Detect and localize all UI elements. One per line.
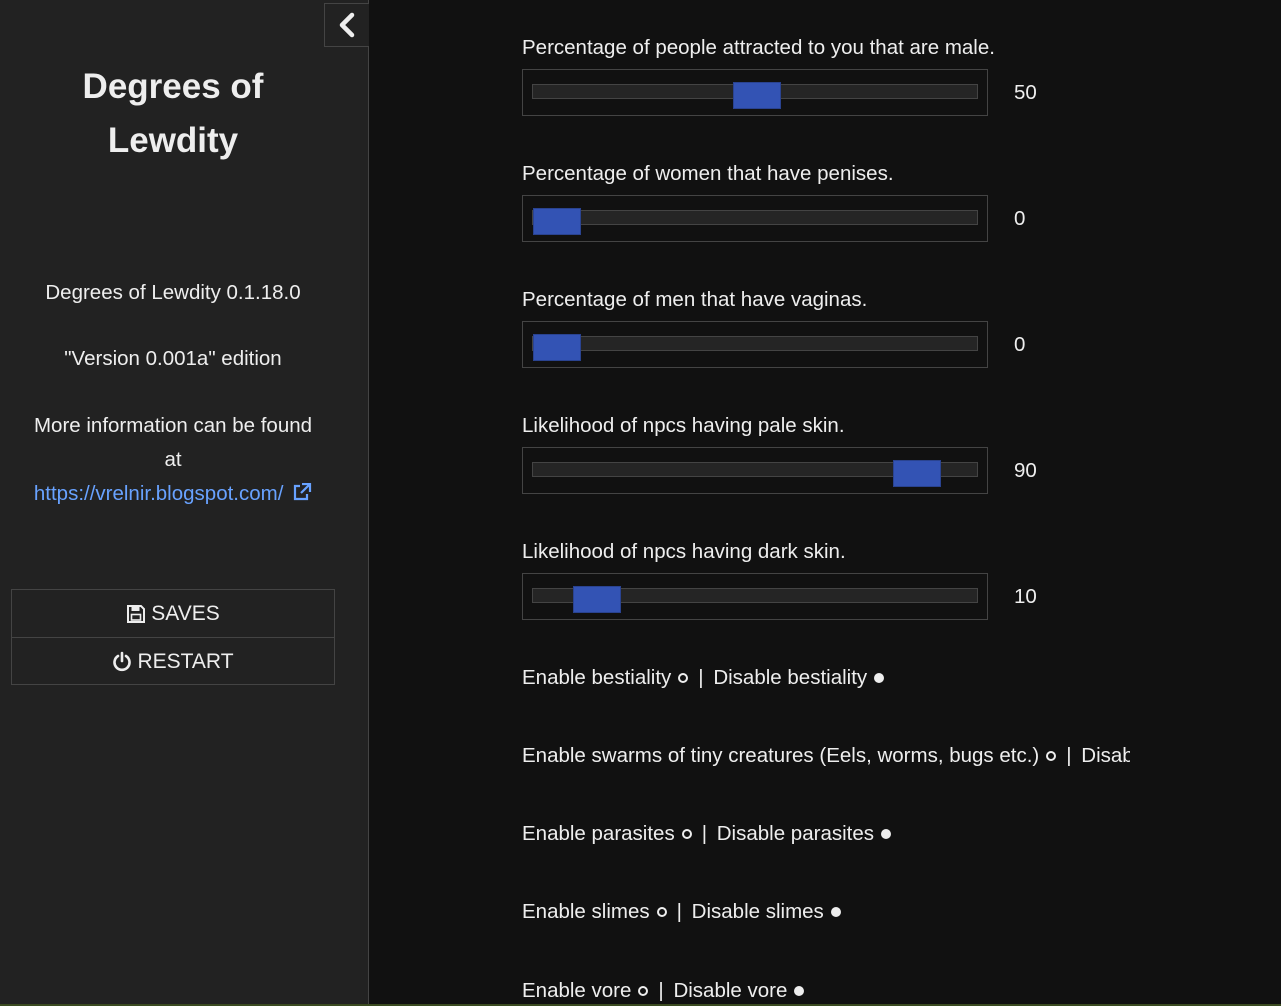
slider-box bbox=[522, 321, 988, 368]
slider-thumb[interactable] bbox=[573, 586, 621, 613]
disable-radio[interactable] bbox=[881, 829, 891, 840]
disable-label: Disable swarms bbox=[1081, 744, 1130, 767]
slider-value: 0 bbox=[1014, 207, 1026, 230]
enable-radio[interactable] bbox=[638, 986, 649, 997]
separator: | bbox=[676, 900, 682, 923]
edition-text: "Version 0.001a" edition bbox=[64, 347, 282, 370]
slider-thumb[interactable] bbox=[893, 460, 941, 487]
slider-setting: Likelihood of npcs having pale skin. 90 bbox=[522, 414, 1142, 494]
slider-setting: Likelihood of npcs having dark skin. 10 bbox=[522, 540, 1142, 620]
saves-label: SAVES bbox=[151, 601, 220, 625]
slider-track[interactable] bbox=[532, 82, 978, 109]
enable-radio[interactable] bbox=[681, 829, 692, 840]
slider-label: Likelihood of npcs having dark skin. bbox=[522, 540, 846, 563]
separator: | bbox=[701, 822, 708, 845]
floppy-disk-icon bbox=[127, 604, 146, 623]
slider-value: 0 bbox=[1014, 333, 1026, 356]
slider-label: Likelihood of npcs having pale skin. bbox=[522, 414, 845, 437]
disable-radio[interactable] bbox=[830, 907, 841, 918]
restart-label: RESTART bbox=[137, 649, 234, 673]
story-title-line1: Degrees of bbox=[82, 67, 264, 106]
slider-thumb[interactable] bbox=[533, 334, 581, 361]
slider-box bbox=[522, 69, 988, 116]
version-text: Degrees of Lewdity 0.1.18.0 bbox=[45, 281, 301, 304]
slider-track[interactable] bbox=[532, 460, 978, 487]
toggle-vore: Enable vore | Disable vore bbox=[522, 979, 810, 1003]
enable-label: Enable slimes bbox=[522, 900, 650, 923]
enable-radio[interactable] bbox=[1046, 751, 1057, 762]
slider-thumb[interactable] bbox=[533, 208, 581, 235]
separator: | bbox=[698, 666, 704, 689]
slider-setting: Percentage of women that have penises. 0 bbox=[522, 162, 1142, 242]
enable-label: Enable vore bbox=[522, 979, 632, 1002]
sidebar-menu: SAVES RESTART bbox=[11, 589, 335, 685]
story-link-row: https://vrelnir.blogspot.com/ bbox=[0, 477, 346, 511]
slider-box bbox=[522, 447, 988, 494]
toggle-parasites: Enable parasites | Disable parasites bbox=[522, 822, 897, 846]
stow-sidebar-button[interactable] bbox=[324, 3, 369, 47]
toggle-swarms: Enable swarms of tiny creatures (Eels, w… bbox=[522, 744, 1130, 768]
enable-label: Enable swarms of tiny creatures (Eels, w… bbox=[522, 744, 1040, 767]
external-link-icon bbox=[294, 482, 312, 501]
toggle-bestiality: Enable bestiality | Disable bestiality bbox=[522, 666, 890, 690]
story-link-text: https://vrelnir.blogspot.com/ bbox=[33, 482, 284, 505]
disable-label: Disable parasites bbox=[716, 822, 874, 845]
enable-label: Enable bestiality bbox=[522, 666, 672, 689]
slider-box bbox=[522, 573, 988, 620]
toggle-slimes: Enable slimes | Disable slimes bbox=[522, 900, 847, 924]
slider-thumb[interactable] bbox=[733, 82, 781, 109]
slider-label: Percentage of people attracted to you th… bbox=[522, 36, 995, 59]
story-title-line2: Lewdity bbox=[107, 121, 239, 160]
enable-radio[interactable] bbox=[678, 673, 689, 684]
slider-track[interactable] bbox=[532, 334, 978, 361]
more-info-text: More information can be found at https:/… bbox=[0, 409, 346, 511]
disable-label: Disable vore bbox=[673, 979, 788, 1002]
disable-label: Disable slimes bbox=[691, 900, 824, 923]
more-info-line2: at bbox=[164, 448, 182, 471]
slider-value: 50 bbox=[1014, 81, 1037, 104]
power-icon bbox=[113, 651, 132, 672]
slider-value: 10 bbox=[1014, 585, 1037, 608]
story-title: Degrees of Lewdity bbox=[0, 60, 346, 168]
saves-button[interactable]: SAVES bbox=[12, 590, 334, 637]
slider-setting: Percentage of people attracted to you th… bbox=[522, 36, 1142, 116]
slider-box bbox=[522, 195, 988, 242]
more-info-line1: More information can be found bbox=[33, 414, 313, 437]
disable-label: Disable bestiality bbox=[713, 666, 868, 689]
chevron-left-icon bbox=[339, 12, 355, 38]
slider-track[interactable] bbox=[532, 208, 978, 235]
disable-radio[interactable] bbox=[794, 986, 805, 997]
restart-button[interactable]: RESTART bbox=[12, 637, 334, 685]
story-link[interactable]: https://vrelnir.blogspot.com/ bbox=[34, 482, 312, 505]
slider-value: 90 bbox=[1014, 459, 1037, 482]
separator: | bbox=[658, 979, 664, 1002]
sidebar: Degrees of Lewdity Degrees of Lewdity 0.… bbox=[0, 0, 369, 1006]
slider-label: Percentage of women that have penises. bbox=[522, 162, 894, 185]
disable-radio[interactable] bbox=[874, 673, 885, 684]
slider-track[interactable] bbox=[532, 586, 978, 613]
enable-radio[interactable] bbox=[656, 907, 667, 918]
slider-setting: Percentage of men that have vaginas. 0 bbox=[522, 288, 1142, 368]
slider-label: Percentage of men that have vaginas. bbox=[522, 288, 868, 311]
enable-label: Enable parasites bbox=[522, 822, 675, 845]
separator: | bbox=[1066, 744, 1072, 767]
